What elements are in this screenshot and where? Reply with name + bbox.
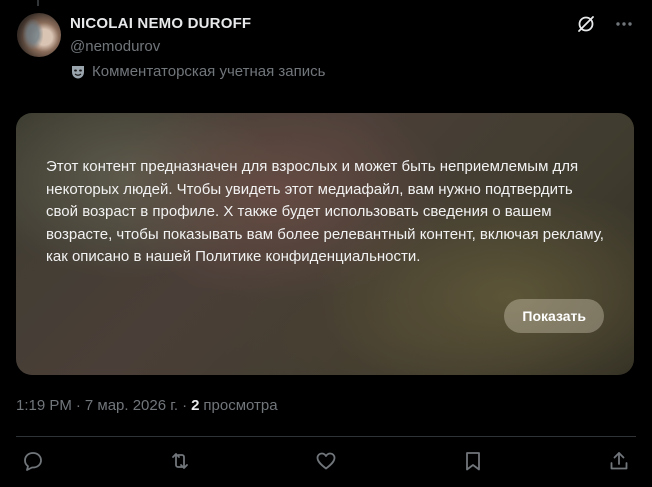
- account-label-text: Комментаторская учетная запись: [92, 63, 326, 80]
- show-media-button[interactable]: Показать: [504, 299, 604, 333]
- sensitive-media-card: Этот контент предназначен для взрослых и…: [16, 113, 634, 375]
- meta-separator: ·: [75, 397, 81, 414]
- meta-separator: ·: [182, 397, 188, 414]
- author-handle[interactable]: @nemodurov: [70, 38, 160, 55]
- avatar[interactable]: [17, 13, 61, 57]
- views-label: просмотра: [203, 397, 278, 414]
- grok-icon[interactable]: [576, 14, 596, 34]
- like-icon[interactable]: [315, 450, 337, 472]
- post-action-bar: [22, 450, 630, 472]
- repost-icon[interactable]: [169, 450, 191, 472]
- more-icon[interactable]: [614, 14, 634, 34]
- views-count: 2: [191, 397, 200, 414]
- account-label: Комментаторская учетная запись: [70, 63, 325, 80]
- divider: [16, 436, 636, 437]
- post-meta: 1:19 PM · 7 мар. 2026 г. · 2 просмотра: [16, 397, 278, 414]
- author-display-name[interactable]: NICOLAI NEMO DUROFF: [70, 15, 251, 32]
- post-time[interactable]: 1:19 PM: [16, 397, 72, 414]
- theater-mask-icon: [70, 64, 86, 80]
- reply-icon[interactable]: [22, 450, 44, 472]
- post-top-actions: [576, 14, 634, 34]
- sensitive-content-warning: Этот контент предназначен для взрослых и…: [46, 158, 604, 265]
- thread-connector-line: [37, 0, 39, 6]
- share-icon[interactable]: [608, 450, 630, 472]
- post-date[interactable]: 7 мар. 2026 г.: [85, 397, 178, 414]
- bookmark-icon[interactable]: [462, 450, 484, 472]
